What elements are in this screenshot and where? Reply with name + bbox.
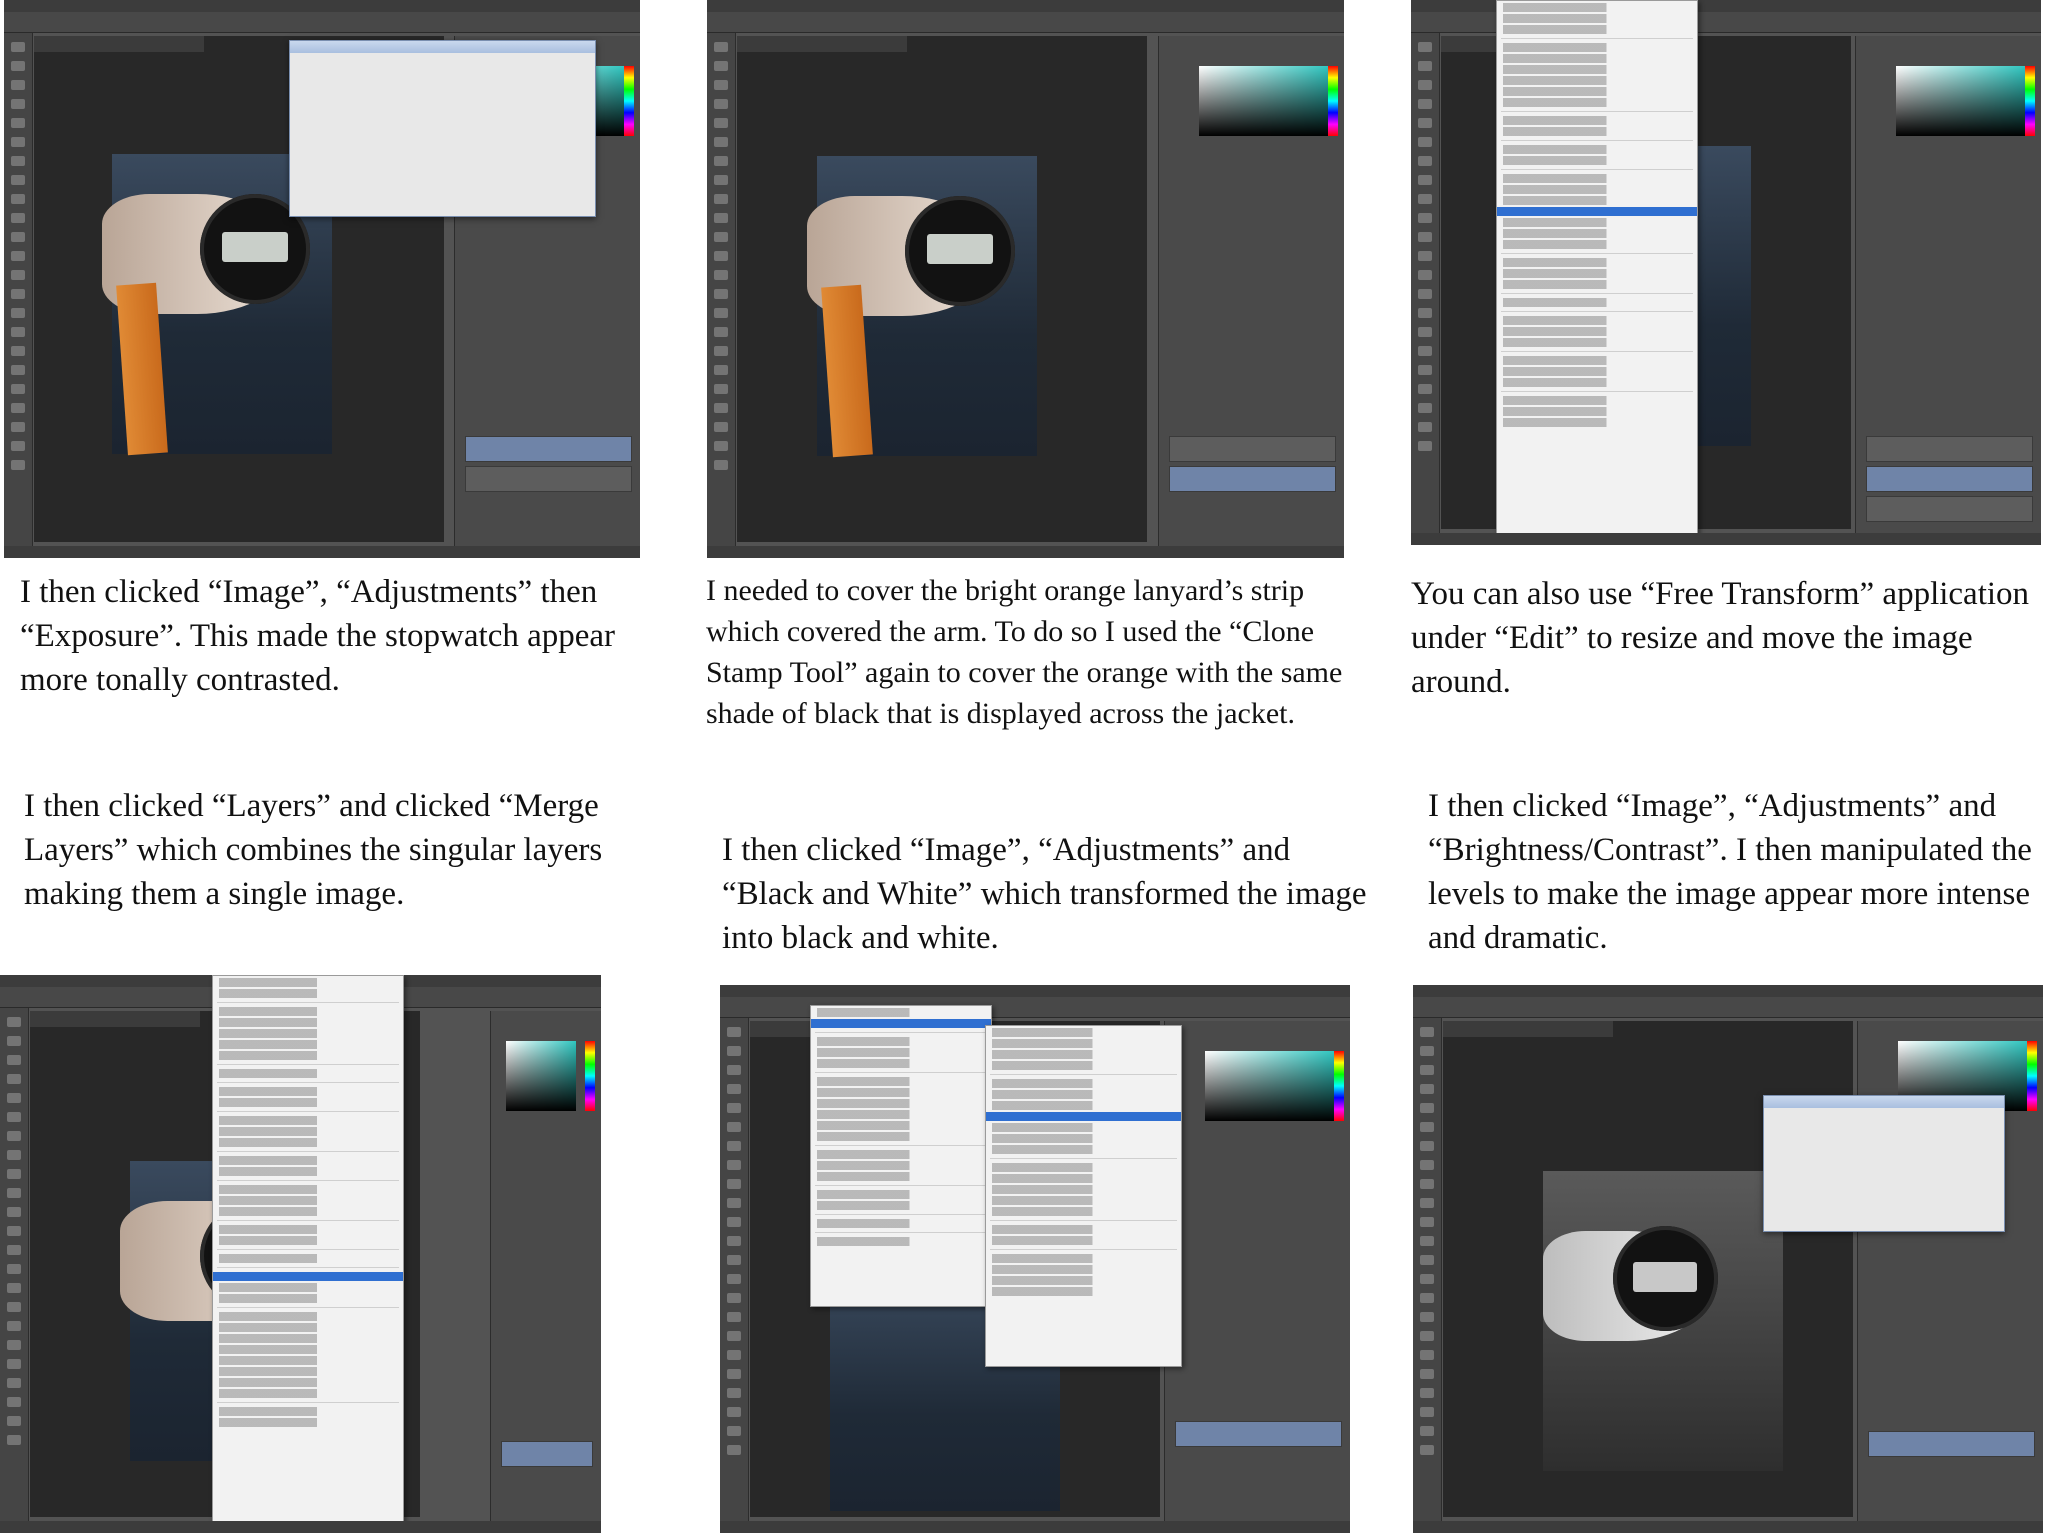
screenshot-free-transform xyxy=(1411,0,2041,545)
caption-free-transform: You can also use “Free Transform” applic… xyxy=(1411,576,2030,700)
caption-exposure: I then clicked “Image”, “Adjustments” th… xyxy=(20,574,616,698)
black-white-item[interactable] xyxy=(986,1112,1181,1121)
status-bar xyxy=(4,546,640,558)
photo-canvas xyxy=(807,156,1037,458)
tools-panel xyxy=(4,33,33,546)
caption-clone-stamp: I needed to cover the bright orange lany… xyxy=(706,574,1343,730)
edit-menu xyxy=(1496,0,1698,545)
screenshot-merge-layers xyxy=(0,975,601,1533)
screenshot-black-white xyxy=(720,985,1350,1533)
caption-black-white: I then clicked “Image”, “Adjustments” an… xyxy=(722,832,1367,956)
adjustments-item[interactable] xyxy=(811,1019,991,1028)
caption-brightness-contrast: I then clicked “Image”, “Adjustments” an… xyxy=(1428,788,2032,956)
merge-layers-item[interactable] xyxy=(213,1272,403,1281)
free-transform-item[interactable] xyxy=(1497,207,1697,216)
options-bar xyxy=(4,12,640,33)
caption-merge-layers: I then clicked “Layers” and clicked “Mer… xyxy=(24,788,603,912)
brightness-contrast-dialog xyxy=(1763,1095,2005,1232)
screenshot-exposure xyxy=(4,0,640,558)
screenshot-clone-stamp xyxy=(707,0,1344,558)
adjustments-submenu xyxy=(985,1025,1182,1367)
exposure-dialog xyxy=(289,40,596,217)
menu-bar xyxy=(4,0,640,12)
image-menu xyxy=(810,1005,992,1307)
screenshot-brightness-contrast xyxy=(1413,985,2043,1533)
layers-menu xyxy=(212,975,404,1533)
